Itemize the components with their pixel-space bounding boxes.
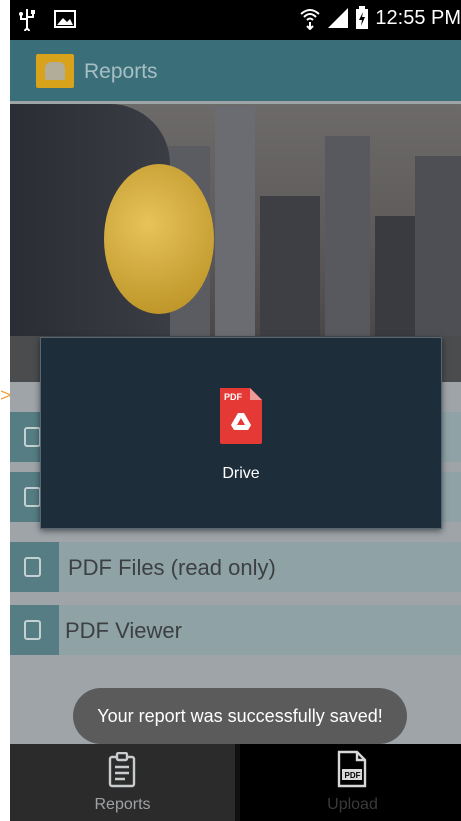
toast-message: Your report was successfully saved! [73,688,407,744]
list-item-label: PDF Viewer [65,618,182,643]
status-time: 12:55 PM [375,6,461,29]
tab-upload[interactable]: PDF Upload [240,744,461,821]
app-title: Reports [84,60,158,83]
hero-image [10,104,461,336]
status-bar: 12:55 PM [10,0,461,40]
signal-icon [328,8,349,28]
wifi-icon [300,9,321,30]
tab-reports[interactable]: Reports [10,744,235,821]
document-icon [24,427,41,447]
drive-icon-text: PDF [224,392,243,402]
app-bar: Reports [10,40,461,101]
list-item-pdf-viewer[interactable]: PDF Viewer [10,605,461,655]
pdf-icon-text: PDF [345,771,361,780]
phone-screen: 12:55 PM Reports PDF Files (read only) P… [10,0,461,821]
document-icon [24,487,41,507]
list-item-label: PDF Files (read only) [68,555,276,580]
reports-logo-icon [36,54,74,88]
document-icon [24,557,41,577]
tab-upload-label: Upload [327,796,378,813]
document-icon [24,620,41,640]
drive-pdf-icon[interactable]: PDF [216,386,266,446]
list-item-pdf-files[interactable]: PDF Files (read only) [10,542,461,592]
drive-option-label[interactable]: Drive [41,465,441,483]
tab-reports-label: Reports [94,796,151,813]
pdf-file-icon: PDF [337,750,367,788]
share-chooser-dialog: PDF Drive [40,337,442,529]
bottom-nav: Reports PDF Upload [10,744,461,821]
battery-charging-icon [356,6,369,29]
clipboard-icon [108,752,136,788]
usb-icon [19,9,35,31]
image-icon [54,10,76,28]
